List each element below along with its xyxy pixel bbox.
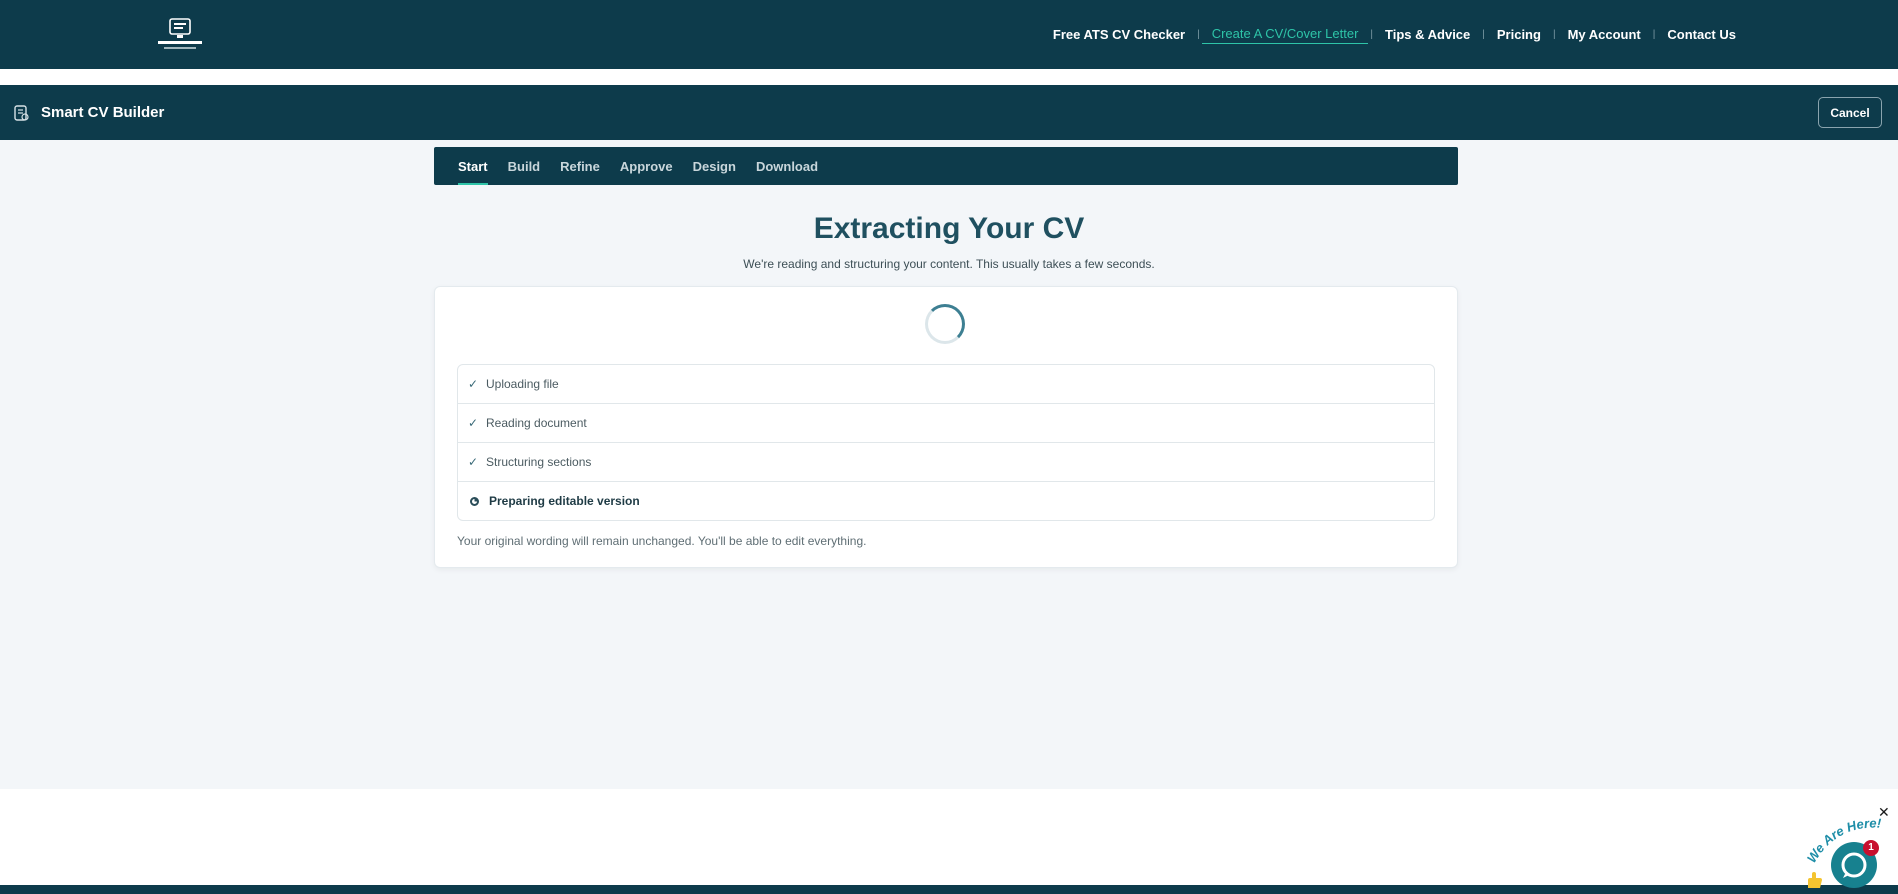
page-subtitle: We're reading and structuring your conte… <box>743 257 1155 271</box>
in-progress-icon <box>470 496 479 506</box>
top-navigation: Free ATS CV Checker | Create A CV/Cover … <box>0 0 1898 69</box>
nav-separator: | <box>1482 29 1485 40</box>
waving-hand-icon <box>1808 872 1822 888</box>
elite-cv-logo[interactable] <box>156 17 204 53</box>
nav-my-account[interactable]: My Account <box>1558 27 1651 42</box>
tab-build[interactable]: Build <box>508 147 541 185</box>
check-icon: ✓ <box>468 455 479 469</box>
tab-start[interactable]: Start <box>458 147 488 185</box>
progress-steps: ✓ Uploading file ✓ Reading document ✓ St… <box>457 364 1435 521</box>
progress-step-reading: ✓ Reading document <box>458 404 1434 443</box>
progress-step-preparing: Preparing editable version <box>458 482 1434 520</box>
builder-icon <box>14 105 29 121</box>
tab-approve[interactable]: Approve <box>620 147 673 185</box>
nav-contact-us[interactable]: Contact Us <box>1657 27 1746 42</box>
check-icon: ✓ <box>468 416 479 430</box>
cancel-button[interactable]: Cancel <box>1818 97 1882 128</box>
nav-pricing[interactable]: Pricing <box>1487 27 1551 42</box>
step-label: Structuring sections <box>486 455 592 469</box>
nav-separator: | <box>1652 29 1656 40</box>
builder-header: Smart CV Builder Cancel <box>0 85 1898 140</box>
main-content: Start Build Refine Approve Design Downlo… <box>0 140 1898 789</box>
loading-spinner-icon <box>925 304 965 344</box>
nav-create-cv[interactable]: Create A CV/Cover Letter <box>1201 26 1369 44</box>
nav-separator: | <box>1552 29 1556 40</box>
tab-download[interactable]: Download <box>756 147 818 185</box>
progress-step-uploading: ✓ Uploading file <box>458 365 1434 404</box>
chat-notification-badge: 1 <box>1863 840 1879 856</box>
nav-separator: | <box>1370 29 1374 40</box>
nav-links: Free ATS CV Checker | Create A CV/Cover … <box>1043 0 1746 69</box>
nav-free-ats-checker[interactable]: Free ATS CV Checker <box>1043 27 1195 42</box>
page-title: Extracting Your CV <box>813 212 1085 245</box>
check-icon: ✓ <box>468 377 479 391</box>
chat-widget: We Are Here! 1 <box>1800 818 1898 894</box>
tab-design[interactable]: Design <box>693 147 736 185</box>
step-label: Reading document <box>486 416 587 430</box>
wording-note: Your original wording will remain unchan… <box>457 534 867 548</box>
footer-bar <box>0 885 1898 894</box>
extraction-card: ✓ Uploading file ✓ Reading document ✓ St… <box>434 286 1458 568</box>
step-label: Preparing editable version <box>489 494 640 508</box>
step-label: Uploading file <box>486 377 559 391</box>
progress-step-structuring: ✓ Structuring sections <box>458 443 1434 482</box>
builder-title: Smart CV Builder <box>41 104 165 121</box>
step-tabs: Start Build Refine Approve Design Downlo… <box>434 147 1458 185</box>
nav-tips-advice[interactable]: Tips & Advice <box>1375 27 1480 42</box>
nav-separator: | <box>1197 29 1200 40</box>
tab-refine[interactable]: Refine <box>560 147 600 185</box>
